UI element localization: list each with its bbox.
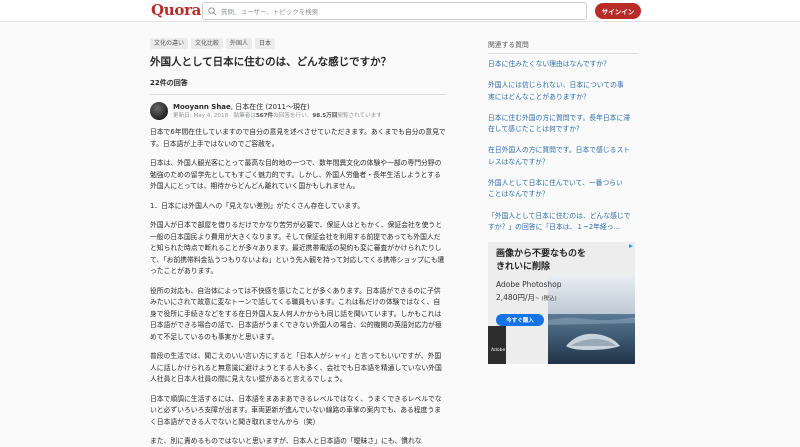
related-questions-title: 関連する質問 <box>488 41 529 49</box>
quora-logo[interactable]: Quora <box>151 1 201 19</box>
answer-meta: 更新日: May 4, 2018 · 執筆者は567件の回答を行い、98.5万回… <box>173 112 382 120</box>
question-title: 外国人として日本に住むのは、どんな感じですか？ <box>150 56 392 68</box>
ad-price-value: 2,480円/月 <box>496 293 535 302</box>
related-questions-sidebar: 関連する質問 日本に住みたくない理由はなんですか？ 外国人には信じられない、日本… <box>488 40 638 243</box>
answer-paragraph: 日本で順調に生活するには、日本語をまあまあできるレベルではなく、うまくできるレベ… <box>150 394 442 426</box>
meta-mid: の回答を行い、 <box>273 112 313 119</box>
meta-answer-count: 567件 <box>255 112 274 119</box>
answer-count: 22件の回答 <box>150 79 188 87</box>
author-name[interactable]: Mooyann Shae <box>173 103 231 111</box>
divider <box>488 53 638 54</box>
adobe-logo-text: Adobe <box>491 348 506 353</box>
related-question-link[interactable]: 日本に住みたくない理由はなんですか？ <box>488 59 638 70</box>
answer-paragraph: 日本で6年間在住していますので自分の意見を述べさせていただきます。あくまでも自分… <box>150 128 446 148</box>
author-credential: , 日本在住 (2011〜現在) <box>230 102 310 111</box>
related-question-link[interactable]: 外国人には信じられない、日本についての事 実にはどんなことがありますか？ <box>488 80 638 103</box>
ad-price: 2,480円/月~ (税込) <box>496 292 557 303</box>
topic-tag[interactable]: 文化比較 <box>191 38 224 49</box>
related-question-link[interactable]: 日本に住む外国の方に質問です。長年日本に滞 在して感じたことは何ですか？ <box>488 113 638 136</box>
topic-tag[interactable]: 日本 <box>255 38 276 49</box>
topic-tags: 文化の違い 文化比較 外国人 日本 <box>150 38 446 50</box>
search-input[interactable]: 質問、ユーザー、トピックを検索 <box>202 2 587 20</box>
related-question-link[interactable]: 在日外国人の方に質問です。日本で感じるスト レスはなんですか？ <box>488 145 638 168</box>
author-line: Mooyann Shae, 日本在住 (2011〜現在) <box>173 103 382 112</box>
answer-paragraph: また、別に責めるものではないと思いますが、日本人と日本語の「曖昧さ」にも、慣れな <box>150 437 422 445</box>
related-question-link[interactable]: 外国人として日本に住んでいて、一番つらい ことはなんですか？ <box>488 178 638 201</box>
related-question-link[interactable]: 「外国人として日本に住むのは、どんな感じで すか？」の回答に「日本は、１~2年経… <box>488 211 638 234</box>
topic-tag[interactable]: 文化の違い <box>150 38 189 49</box>
ad-product-name: Adobe Photoshop <box>496 280 562 289</box>
meta-suffix: 閲覧されています <box>337 112 382 119</box>
search-placeholder: 質問、ユーザー、トピックを検索 <box>221 8 319 16</box>
ad-price-note: ~ (税込) <box>535 296 557 302</box>
meta-view-count: 98.5万回 <box>312 112 338 119</box>
ad-choices-icon[interactable] <box>628 243 634 249</box>
author-avatar[interactable] <box>150 102 168 120</box>
answer-author: Mooyann Shae, 日本在住 (2011〜現在) 更新日: May 4,… <box>150 101 446 121</box>
answer-body: 日本で6年間在住していますので自分の意見を述べさせていただきます。あくまでも自分… <box>150 127 446 447</box>
answer-paragraph: 役所の対応も、自治体によっては不快感を感じたことが多くあります。日本語ができるの… <box>150 286 442 341</box>
question-main-column: 文化の違い 文化比較 外国人 日本 外国人として日本に住むのは、どんな感じですか… <box>150 38 446 447</box>
signin-button[interactable]: サインイン <box>595 3 641 19</box>
divider <box>150 94 446 95</box>
advertisement-banner[interactable]: 画像から不要なものを きれいに削除 Adobe Photoshop 2,480円… <box>488 242 635 364</box>
answer-paragraph: 普段の生活では、聞こえのいい言い方にすると「日本人がシャイ」と言ってもいいですが… <box>150 352 442 383</box>
top-navigation-bar: Quora 質問、ユーザー、トピックを検索 サインイン <box>0 0 800 22</box>
topic-tag[interactable]: 外国人 <box>226 38 253 49</box>
search-icon <box>208 6 217 15</box>
ad-buy-now-button[interactable]: 今すぐ購入 <box>496 314 544 326</box>
meta-prefix: 更新日: May 4, 2018 · 執筆者は <box>173 112 256 119</box>
adobe-logo-badge: Adobe <box>488 326 506 364</box>
answer-paragraph: 1．日本には外国人への「見えない差別」がたくさん存在しています。 <box>150 201 365 210</box>
ad-headline: 画像から不要なものを きれいに削除 <box>496 249 587 272</box>
answer-paragraph: 外国人が日本で部屋を借りるだけでかなり苦労が必要で、保証人はともかく、保証会社を… <box>150 221 445 275</box>
answer-paragraph: 日本は、外国人観光客にとって最高な目的地の一つで、数年間異文化の体験や一部の専門… <box>150 159 442 190</box>
ad-landscape-image <box>548 276 635 364</box>
